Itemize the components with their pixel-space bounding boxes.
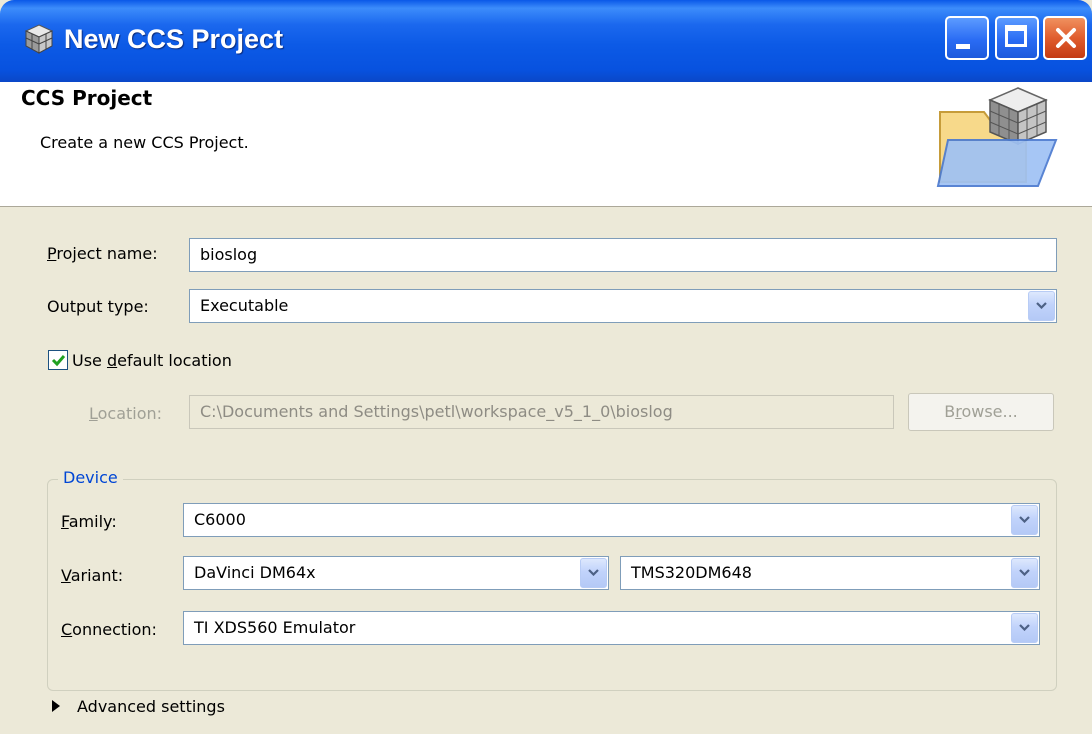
family-dropdown-button[interactable] (1011, 505, 1038, 535)
window-title: New CCS Project (64, 24, 284, 54)
variant-family-dropdown-button[interactable] (580, 558, 607, 588)
connection-label: Connection: (61, 620, 157, 639)
use-default-location-label[interactable]: Use default location (72, 351, 232, 370)
variant-device-select[interactable]: TMS320DM648 (620, 556, 1040, 590)
chevron-down-icon (1019, 624, 1030, 631)
close-button[interactable] (1043, 16, 1087, 60)
use-default-location-checkbox[interactable] (48, 350, 68, 370)
location-label: Location: (89, 404, 163, 423)
minimize-icon (956, 44, 970, 49)
expand-arrow-icon[interactable] (52, 700, 60, 712)
minimize-button[interactable] (945, 16, 989, 60)
output-type-label: Output type: (47, 297, 149, 316)
chevron-down-icon (1019, 516, 1030, 523)
project-name-label: Project name: (47, 244, 158, 263)
variant-label: Variant: (61, 566, 124, 585)
page-description: Create a new CCS Project. (40, 133, 249, 152)
chevron-down-icon (1019, 569, 1030, 576)
cube-icon (24, 24, 54, 54)
folder-cube-icon (936, 87, 1058, 187)
connection-dropdown-button[interactable] (1011, 613, 1038, 643)
family-label: Family: (61, 512, 117, 531)
browse-button[interactable]: Browse... (908, 393, 1054, 431)
checkmark-icon (51, 355, 66, 367)
location-input[interactable]: C:\Documents and Settings\petl\workspace… (189, 395, 894, 429)
maximize-icon (1005, 25, 1027, 47)
connection-select[interactable]: TI XDS560 Emulator (183, 611, 1040, 645)
maximize-button[interactable] (995, 16, 1039, 60)
output-type-dropdown-button[interactable] (1028, 291, 1055, 321)
page-title: CCS Project (21, 86, 153, 110)
variant-device-dropdown-button[interactable] (1011, 558, 1038, 588)
chevron-down-icon (588, 569, 599, 576)
chevron-down-icon (1036, 302, 1047, 309)
advanced-settings-toggle[interactable]: Advanced settings (77, 697, 225, 716)
close-icon (1056, 28, 1076, 48)
output-type-select[interactable]: Executable (189, 289, 1057, 323)
device-group-legend: Device (58, 468, 123, 487)
family-select[interactable]: C6000 (183, 503, 1040, 537)
title-bar[interactable]: New CCS Project (0, 0, 1092, 82)
project-name-input[interactable]: bioslog (189, 238, 1057, 272)
new-ccs-project-dialog: New CCS Project CCS Project Create a new… (0, 0, 1092, 734)
variant-family-select[interactable]: DaVinci DM64x (183, 556, 609, 590)
